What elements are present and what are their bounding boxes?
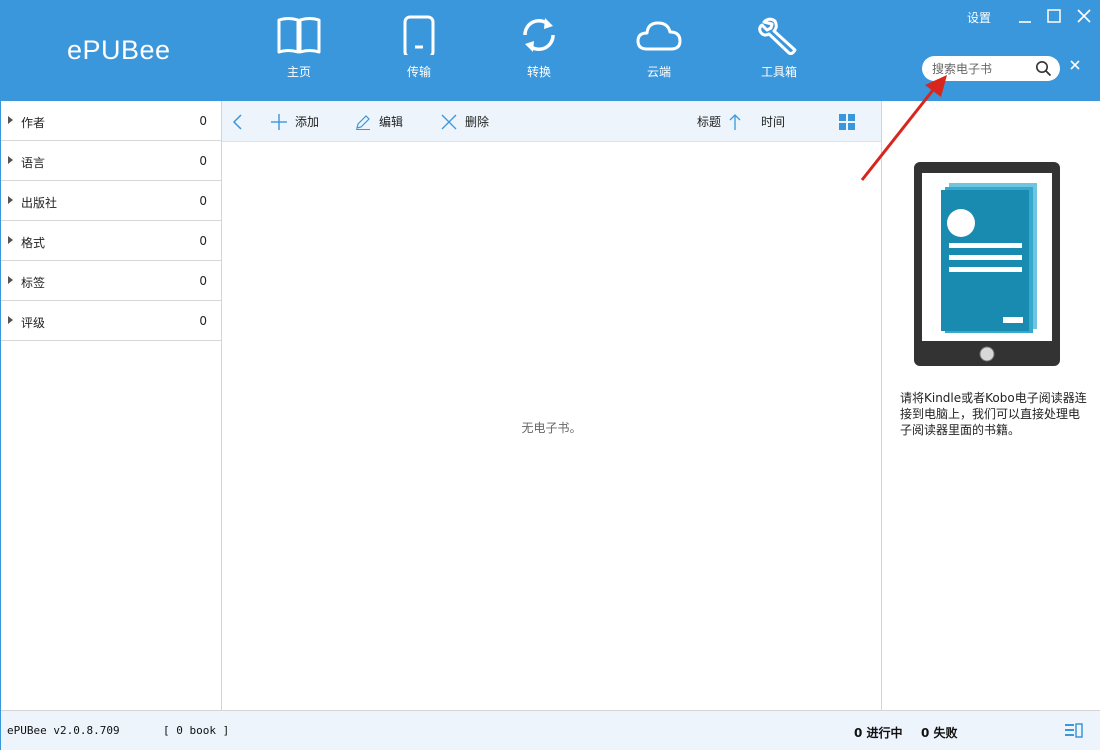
- header-bar: ePUBee 主页 传输 转换 云端 工具箱 设置 搜索电子书: [1, 1, 1100, 101]
- filter-language[interactable]: 语言 0: [1, 141, 221, 181]
- expand-arrow-icon: [8, 156, 13, 164]
- filter-tags[interactable]: 标签 0: [1, 261, 221, 301]
- filter-label: 格式: [21, 236, 46, 250]
- grid-view-button[interactable]: [839, 101, 863, 142]
- maximize-icon[interactable]: [1047, 9, 1061, 23]
- nav-convert[interactable]: 转换: [499, 15, 579, 87]
- search-icon[interactable]: [1035, 60, 1052, 77]
- expand-arrow-icon: [8, 116, 13, 124]
- filter-sidebar: 作者 0 语言 0 出版社 0 格式 0 标签 0 评级 0: [1, 101, 222, 710]
- nav-toolbox[interactable]: 工具箱: [739, 15, 819, 87]
- add-label: 添加: [295, 115, 320, 129]
- delete-button[interactable]: 删除: [441, 101, 489, 142]
- nav-transfer-label: 传输: [406, 65, 431, 79]
- delete-label: 删除: [465, 115, 490, 129]
- filter-label: 出版社: [21, 196, 58, 210]
- close-icon[interactable]: [1077, 9, 1091, 23]
- sort-by-title-button[interactable]: 标题: [697, 101, 749, 142]
- cloud-icon: [636, 21, 682, 51]
- nav-cloud[interactable]: 云端: [619, 15, 699, 87]
- app-logo: ePUBee: [67, 35, 171, 65]
- chevron-left-icon: [232, 113, 242, 130]
- sort-time-label: 时间: [761, 115, 786, 129]
- add-button[interactable]: 添加: [271, 101, 319, 142]
- filter-count: 0: [199, 194, 207, 208]
- expand-arrow-icon: [8, 276, 13, 284]
- version-text: ePUBee v2.0.8.709: [7, 724, 120, 737]
- clear-search-icon[interactable]: [1069, 59, 1081, 71]
- nav-home[interactable]: 主页: [259, 15, 339, 87]
- plus-icon: [271, 113, 287, 130]
- book-open-icon: [277, 17, 321, 54]
- filter-count: 0: [199, 314, 207, 328]
- filter-label: 标签: [21, 276, 46, 290]
- filter-author[interactable]: 作者 0: [1, 101, 221, 141]
- search-input[interactable]: [932, 60, 1037, 77]
- filter-rating[interactable]: 评级 0: [1, 301, 221, 341]
- filter-count: 0: [199, 114, 207, 128]
- filter-format[interactable]: 格式 0: [1, 221, 221, 261]
- nav-home-label: 主页: [286, 65, 311, 79]
- filter-count: 0: [199, 154, 207, 168]
- filter-count: 0: [199, 234, 207, 248]
- ereader-illustration: [914, 162, 1060, 366]
- minimize-icon[interactable]: [1018, 10, 1032, 24]
- toggle-panel-icon[interactable]: [1065, 723, 1083, 739]
- book-list-area[interactable]: 无电子书。: [222, 142, 881, 710]
- sort-by-time-button[interactable]: 时间: [761, 101, 785, 142]
- library-toolbar: 添加 编辑 删除 标题 时间: [222, 101, 881, 142]
- nav-toolbox-label: 工具箱: [760, 65, 797, 79]
- settings-link[interactable]: 设置: [967, 9, 991, 26]
- in-progress-count: 0 进行中: [854, 726, 903, 740]
- filter-label: 语言: [21, 156, 46, 170]
- app-window: ePUBee 主页 传输 转换 云端 工具箱 设置 搜索电子书 作者 0 语言 …: [0, 0, 1100, 750]
- arrow-up-icon: [729, 113, 741, 130]
- device-panel: 请将Kindle或者Kobo电子阅读器连接到电脑上，我们可以直接处理电子阅读器里…: [881, 101, 1100, 710]
- delete-x-icon: [441, 114, 457, 129]
- grid-view-icon: [839, 113, 855, 130]
- expand-arrow-icon: [8, 196, 13, 204]
- filter-publisher[interactable]: 出版社 0: [1, 181, 221, 221]
- empty-library-message: 无电子书。: [521, 421, 582, 435]
- wrench-icon: [758, 17, 797, 55]
- nav-transfer[interactable]: 传输: [379, 15, 459, 87]
- filter-count: 0: [199, 274, 207, 288]
- pencil-icon: [356, 114, 370, 130]
- nav-convert-label: 转换: [526, 65, 551, 79]
- nav-cloud-label: 云端: [646, 65, 671, 79]
- expand-arrow-icon: [8, 236, 13, 244]
- filter-label: 作者: [21, 116, 46, 130]
- status-bar: ePUBee v2.0.8.709 [ 0 book ] 0 进行中 0 失败: [1, 710, 1100, 750]
- sort-title-label: 标题: [697, 115, 722, 129]
- edit-label: 编辑: [379, 115, 404, 129]
- back-button[interactable]: [232, 101, 252, 142]
- failed-count: 0 失败: [921, 726, 958, 740]
- search-box: [922, 56, 1060, 81]
- edit-button[interactable]: 编辑: [355, 101, 403, 142]
- device-connect-hint: 请将Kindle或者Kobo电子阅读器连接到电脑上，我们可以直接处理电子阅读器里…: [900, 391, 1087, 437]
- expand-arrow-icon: [8, 316, 13, 324]
- convert-arrows-icon: [523, 18, 555, 52]
- filter-label: 评级: [21, 316, 46, 330]
- book-count: [ 0 book ]: [163, 724, 230, 737]
- phone-icon: [403, 15, 435, 55]
